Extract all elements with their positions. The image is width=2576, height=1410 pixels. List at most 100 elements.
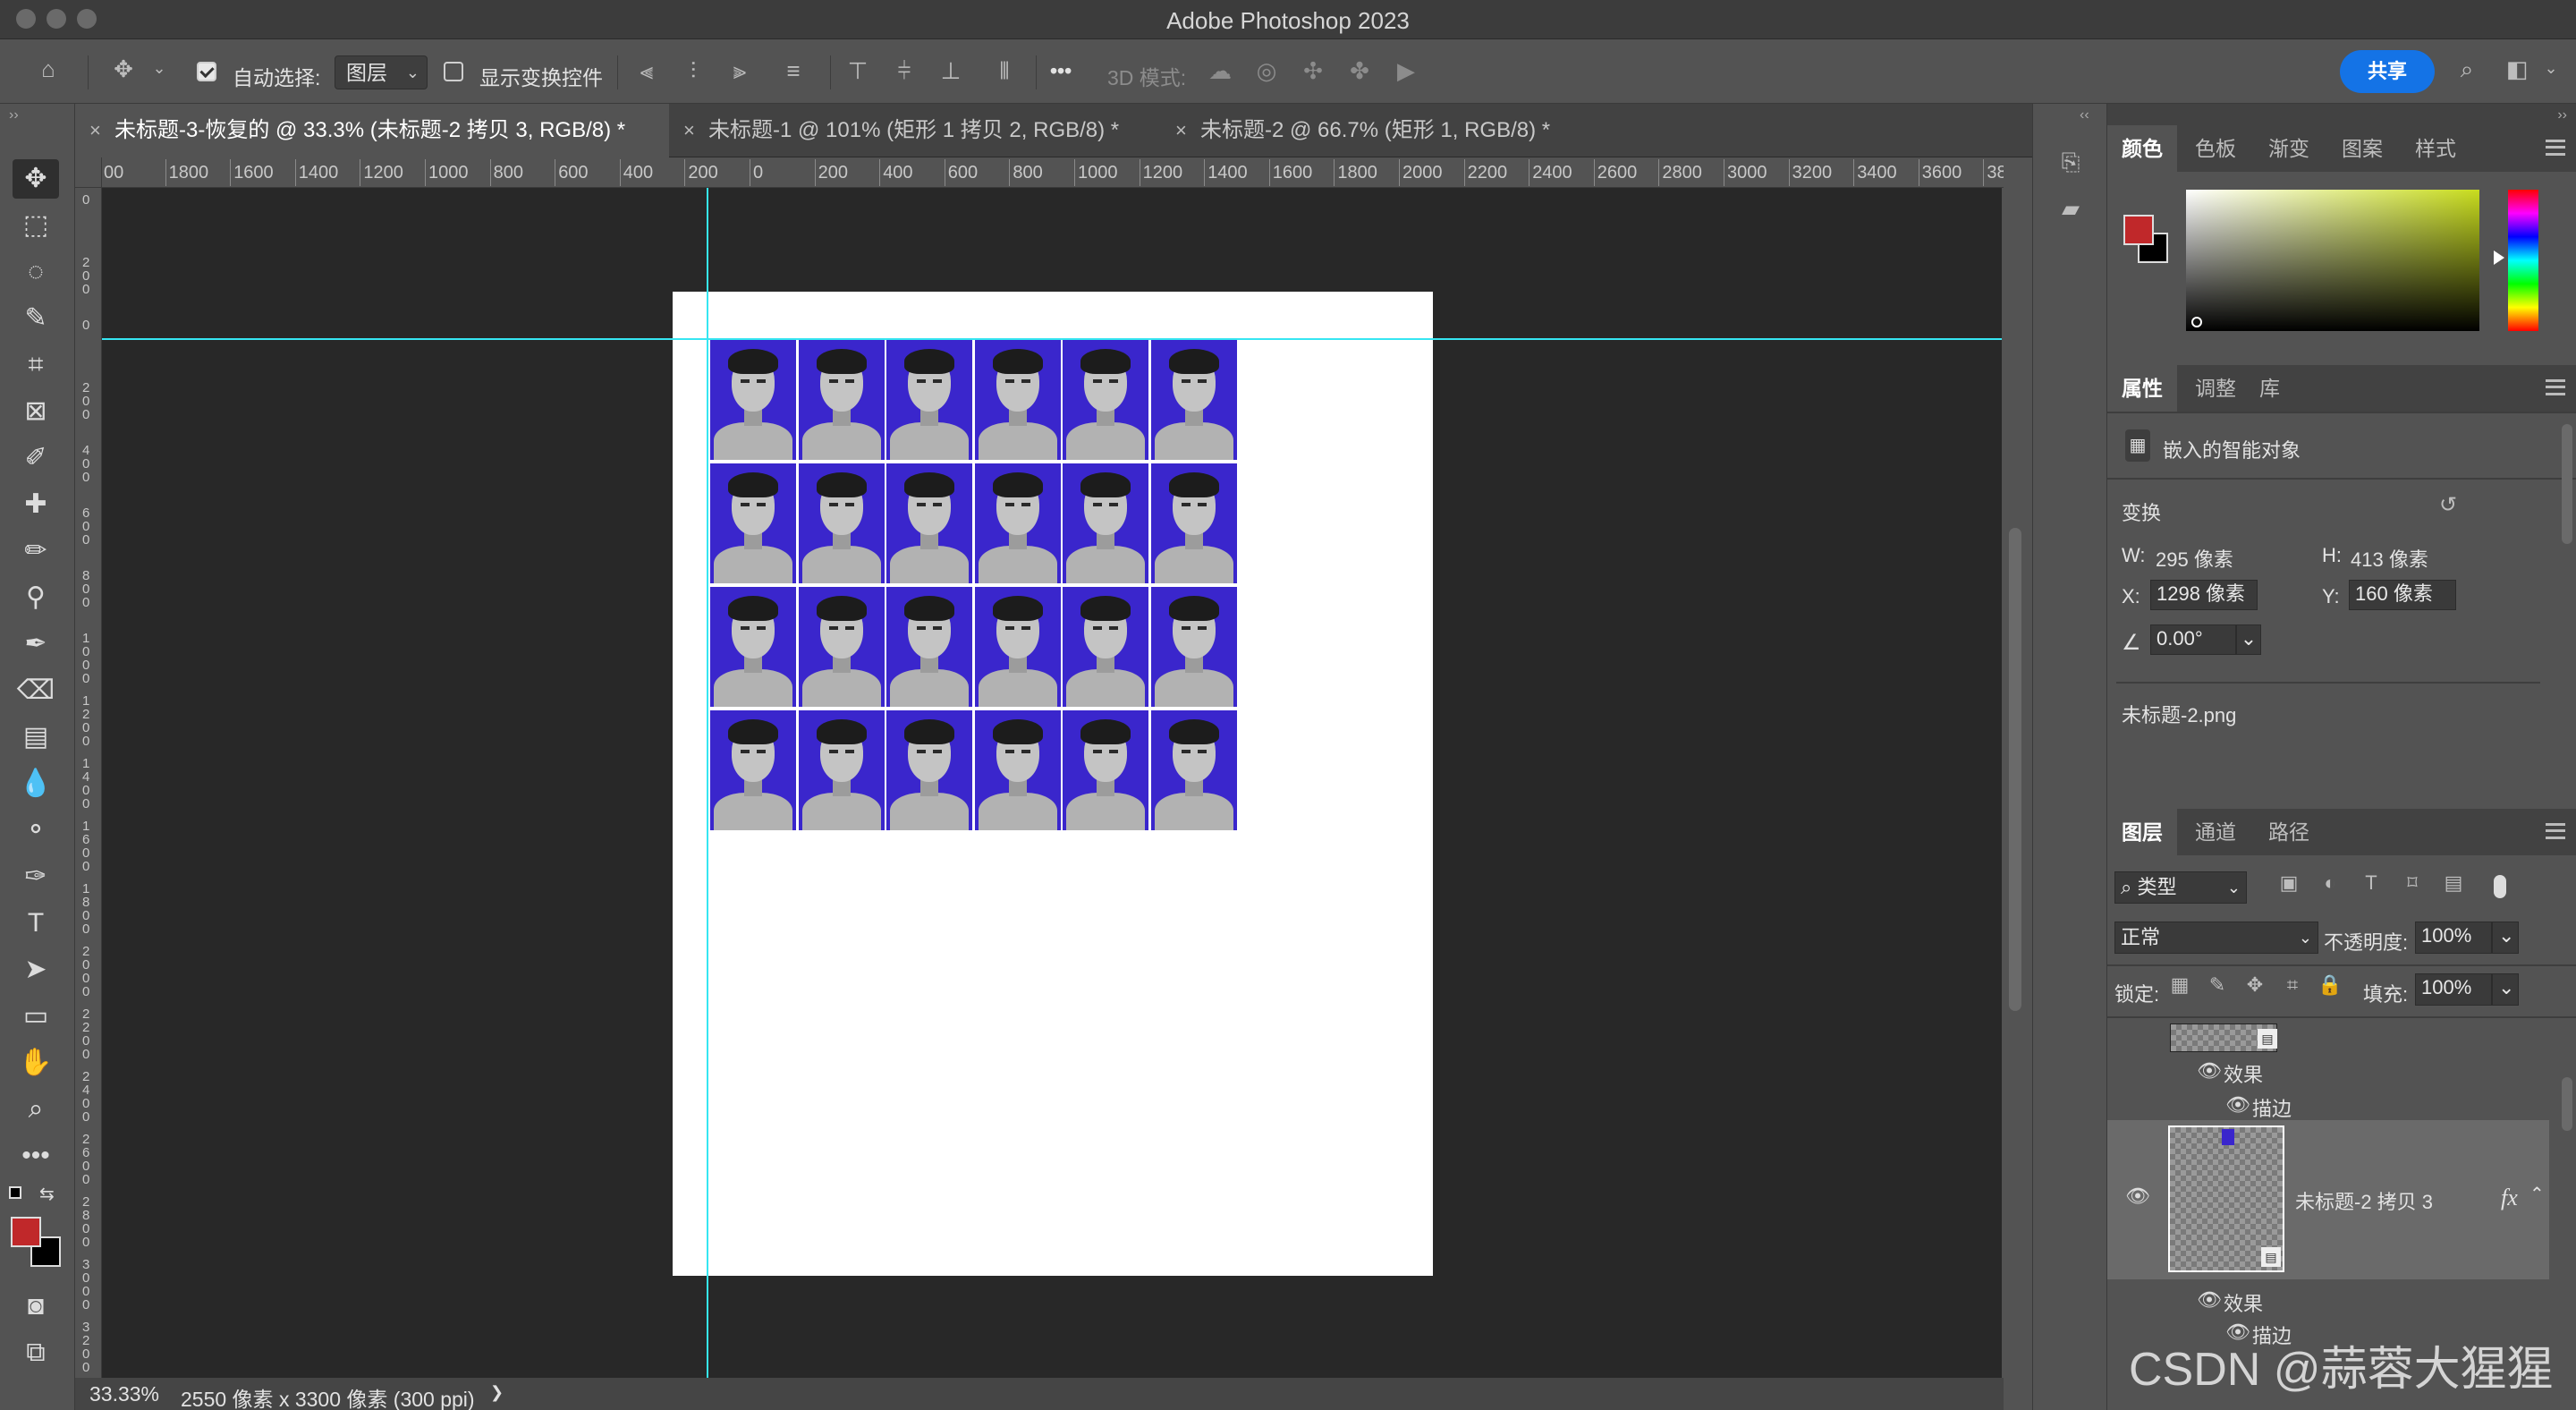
height-value[interactable]: 413 像素 xyxy=(2351,544,2428,573)
layer-filter-dropdown[interactable]: ⌕ 类型 ⌄ xyxy=(2114,871,2247,904)
3d-pan-icon[interactable]: ✣ xyxy=(1295,57,1331,85)
close-tab-icon[interactable]: × xyxy=(1175,104,1187,157)
eye-icon[interactable]: 👁 xyxy=(2125,1185,2150,1208)
swap-colors-icon[interactable]: ⇆ xyxy=(39,1183,55,1205)
document-canvas[interactable] xyxy=(673,292,1433,1276)
3d-slide-icon[interactable]: ✤ xyxy=(1342,57,1377,85)
marquee-tool-icon[interactable]: ⬚ xyxy=(13,206,59,245)
align-top-icon[interactable]: ⊤ xyxy=(843,57,873,85)
eye-icon[interactable]: 👁 xyxy=(2225,1093,2250,1117)
tab-adjustments[interactable]: 调整 xyxy=(2181,365,2250,412)
distribute-horizontal-icon[interactable]: ⦀ xyxy=(989,57,1020,86)
collapse-icon[interactable]: ›› xyxy=(9,107,19,123)
opacity-field[interactable]: 100% xyxy=(2415,922,2492,954)
tab-channels[interactable]: 通道 xyxy=(2181,809,2250,855)
rectangle-tool-icon[interactable]: ▭ xyxy=(13,997,59,1036)
screen-mode-icon[interactable]: ⧉ xyxy=(13,1333,59,1372)
tab-color[interactable]: 颜色 xyxy=(2107,125,2177,172)
align-hcenter-icon[interactable]: ⫶ xyxy=(678,57,708,86)
blur-tool-icon[interactable]: 💧 xyxy=(13,764,59,803)
tab-gradients[interactable]: 渐变 xyxy=(2254,125,2324,172)
lock-all-icon[interactable]: 🔒 xyxy=(2317,973,2343,997)
color-picker-field[interactable] xyxy=(2186,190,2479,331)
hand-tool-icon[interactable]: ✋ xyxy=(13,1043,59,1083)
layer-name[interactable]: 未标题-2 拷贝 3 xyxy=(2295,1186,2433,1215)
tab-layers[interactable]: 图层 xyxy=(2107,809,2177,855)
align-right-icon[interactable]: ⫸ xyxy=(724,57,755,86)
workspace-icon[interactable]: ◧ xyxy=(2499,55,2535,83)
hue-slider[interactable] xyxy=(2508,190,2538,331)
fill-dropdown[interactable]: ⌄ xyxy=(2492,973,2519,1006)
filter-smart-object-icon[interactable]: ▤ xyxy=(2438,871,2469,895)
quick-mask-icon[interactable]: ◙ xyxy=(13,1287,59,1326)
edit-toolbar-icon[interactable]: ••• xyxy=(13,1136,59,1176)
lock-position-icon[interactable]: ✥ xyxy=(2241,973,2268,997)
color-picker-handle[interactable] xyxy=(2191,317,2202,327)
guide-vertical[interactable] xyxy=(707,188,708,1378)
tab-libraries[interactable]: 库 xyxy=(2245,365,2294,412)
type-tool-icon[interactable]: T xyxy=(13,904,59,943)
default-colors-icon[interactable] xyxy=(9,1186,21,1199)
ruler-origin[interactable] xyxy=(75,157,102,188)
filter-pixel-icon[interactable]: ▣ xyxy=(2274,871,2304,895)
fx-indicator[interactable]: fx xyxy=(2501,1185,2518,1211)
fill-field[interactable]: 100% xyxy=(2415,973,2492,1006)
show-transform-checkbox[interactable] xyxy=(444,62,463,81)
tab-document-2[interactable]: × 未标题-2 @ 66.7% (矩形 1, RGB/8) * xyxy=(1161,104,1662,157)
lock-transparent-icon[interactable]: ▦ xyxy=(2166,973,2193,997)
close-tab-icon[interactable]: × xyxy=(89,104,101,157)
tab-document-3[interactable]: × 未标题-3-恢复的 @ 33.3% (未标题-2 拷贝 3, RGB/8) … xyxy=(75,104,669,157)
eye-icon[interactable]: 👁 xyxy=(2197,1288,2222,1312)
ruler-vertical[interactable]: 0 2 0 0 0 2 0 0 4 0 0 6 0 0 8 0 0 1 0 0 0 1 2 0 … xyxy=(75,188,102,1378)
healing-brush-tool-icon[interactable]: ✚ xyxy=(13,485,59,524)
lock-pixels-icon[interactable]: ✎ xyxy=(2204,973,2231,997)
path-select-tool-icon[interactable]: ➤ xyxy=(13,950,59,990)
pen-tool-icon[interactable]: ✑ xyxy=(13,857,59,896)
tab-properties[interactable]: 属性 xyxy=(2107,365,2177,412)
reset-transform-icon[interactable]: ↺ xyxy=(2433,492,2463,518)
collapse-icon[interactable]: ‹‹ xyxy=(2080,107,2089,123)
3d-orbit-icon[interactable]: ☁ xyxy=(1202,57,1238,85)
y-position-field[interactable]: 160 像素 xyxy=(2349,580,2456,610)
chevron-down-icon[interactable]: ⌄ xyxy=(150,59,168,78)
expand-icon[interactable]: ›› xyxy=(2557,107,2567,123)
move-tool-icon[interactable]: ✥ xyxy=(106,55,141,83)
blend-mode-dropdown[interactable]: 正常 ⌄ xyxy=(2114,922,2318,954)
status-menu-arrow[interactable]: ❯ xyxy=(490,1383,504,1402)
comments-panel-icon[interactable]: ▰ xyxy=(2053,195,2089,223)
3d-roll-icon[interactable]: ◎ xyxy=(1249,57,1284,85)
vertical-scrollbar[interactable] xyxy=(2009,528,2021,1011)
zoom-level[interactable]: 33.33% xyxy=(89,1382,159,1406)
home-icon[interactable]: ⌂ xyxy=(30,55,66,83)
tab-patterns[interactable]: 图案 xyxy=(2327,125,2397,172)
share-button[interactable]: 共享 xyxy=(2340,50,2435,93)
chevron-up-icon[interactable]: ⌃ xyxy=(2529,1183,2545,1205)
gradient-tool-icon[interactable]: ▤ xyxy=(13,718,59,757)
eraser-tool-icon[interactable]: ⌫ xyxy=(13,671,59,710)
panel-menu-icon[interactable] xyxy=(2546,823,2565,839)
filter-adjustment-icon[interactable]: ◐ xyxy=(2315,871,2345,895)
dodge-tool-icon[interactable]: ⚬ xyxy=(13,811,59,850)
tab-paths[interactable]: 路径 xyxy=(2254,809,2324,855)
lasso-tool-icon[interactable]: ◌ xyxy=(13,252,59,292)
panel-menu-icon[interactable] xyxy=(2546,140,2565,156)
ruler-horizontal[interactable]: 00 1800 1600 1400 1200 1000 800 600 400 200 0 200 40… xyxy=(98,157,2004,188)
properties-scrollbar[interactable] xyxy=(2562,424,2572,544)
history-brush-tool-icon[interactable]: ✒ xyxy=(13,624,59,664)
more-options-button[interactable]: ••• xyxy=(1050,59,1072,83)
foreground-color-swatch[interactable] xyxy=(2123,215,2154,245)
width-value[interactable]: 295 像素 xyxy=(2156,544,2233,573)
angle-field[interactable]: 0.00° xyxy=(2150,624,2236,655)
history-panel-icon[interactable]: ⎘ xyxy=(2053,149,2089,177)
align-left-icon[interactable]: ⫷ xyxy=(631,57,662,86)
tab-styles[interactable]: 样式 xyxy=(2401,125,2470,172)
tab-document-1[interactable]: × 未标题-1 @ 101% (矩形 1 拷贝 2, RGB/8) * xyxy=(669,104,1161,157)
quick-select-tool-icon[interactable]: ✎ xyxy=(13,299,59,338)
align-bottom-icon[interactable]: ⊥ xyxy=(936,57,966,85)
filter-type-icon[interactable]: T xyxy=(2356,871,2386,895)
crop-tool-icon[interactable]: ⌗ xyxy=(13,345,59,385)
filter-shape-icon[interactable]: ⌑ xyxy=(2397,871,2428,895)
filter-toggle[interactable] xyxy=(2494,875,2506,898)
guide-horizontal[interactable] xyxy=(102,338,2002,340)
lock-artboard-icon[interactable]: ⌗ xyxy=(2279,973,2306,997)
